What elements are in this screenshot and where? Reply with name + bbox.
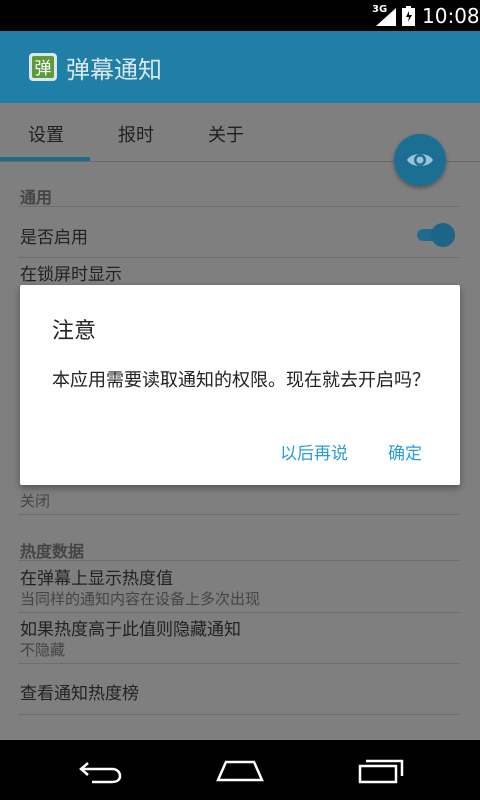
- divider: [18, 514, 460, 515]
- permission-dialog: 注意 本应用需要读取通知的权限。现在就去开启吗？ 以后再说 确定: [20, 285, 460, 485]
- divider: [18, 612, 460, 613]
- lockscreen-label[interactable]: 在锁屏时显示: [20, 260, 122, 285]
- status-bar: 3G 10:08: [0, 0, 480, 31]
- enable-label[interactable]: 是否启用: [20, 223, 88, 248]
- tab-settings[interactable]: 设置: [28, 121, 64, 147]
- hide-above-summary: 不隐藏: [20, 641, 66, 659]
- toggle-thumb: [431, 223, 455, 247]
- hide-above-label[interactable]: 如果热度高于此值则隐藏通知: [20, 615, 241, 640]
- enable-toggle[interactable]: [413, 220, 459, 250]
- signal-icon: [376, 8, 396, 26]
- eye-icon: [407, 154, 433, 166]
- tab-about[interactable]: 关于: [208, 121, 244, 147]
- back-icon[interactable]: [78, 760, 122, 784]
- svg-text:弹: 弹: [35, 59, 52, 79]
- lockscreen-value: 关闭: [20, 492, 51, 510]
- show-heat-label[interactable]: 在弹幕上显示热度值: [20, 564, 173, 589]
- home-icon[interactable]: [216, 760, 264, 782]
- app-bar: 弹 弹幕通知: [0, 31, 480, 103]
- section-header-general: 通用: [20, 188, 53, 207]
- app-title: 弹幕通知: [66, 56, 162, 84]
- divider: [18, 206, 460, 207]
- divider: [18, 560, 460, 561]
- tab-time-report[interactable]: 报时: [118, 121, 154, 147]
- app-logo-icon: 弹: [29, 53, 57, 81]
- dialog-message: 本应用需要读取通知的权限。现在就去开启吗？: [52, 370, 430, 391]
- section-header-heat: 热度数据: [20, 542, 85, 561]
- divider: [18, 663, 460, 664]
- later-button[interactable]: 以后再说: [280, 439, 348, 464]
- battery-icon: [402, 6, 415, 26]
- dialog-title: 注意: [52, 319, 97, 344]
- divider: [18, 257, 460, 258]
- show-heat-summary: 当同样的通知内容在设备上多次出现: [20, 590, 261, 608]
- recents-icon[interactable]: [358, 758, 404, 784]
- navigation-bar: [0, 740, 480, 800]
- divider: [18, 714, 460, 715]
- tab-indicator: [0, 157, 90, 161]
- clock: 10:08: [422, 4, 480, 28]
- eye-fab-button[interactable]: [394, 134, 446, 186]
- view-heat-rank[interactable]: 查看通知热度榜: [20, 679, 139, 704]
- confirm-button[interactable]: 确定: [388, 439, 422, 464]
